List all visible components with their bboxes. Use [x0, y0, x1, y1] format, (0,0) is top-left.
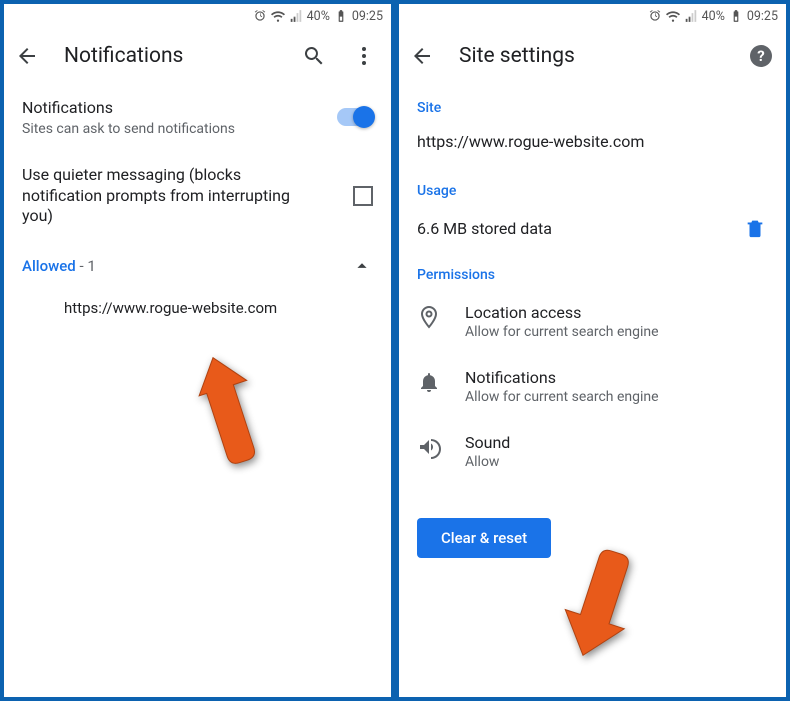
search-button[interactable] [301, 43, 327, 69]
permission-sound-sub: Allow [465, 454, 510, 470]
volume-icon [417, 435, 441, 459]
phone-frame-site-settings: 40% 09:25 Site settings ? Site https://w… [395, 0, 790, 701]
more-vert-icon [352, 44, 376, 68]
allowed-count: - 1 [76, 257, 96, 275]
permission-notifications-title: Notifications [465, 368, 659, 387]
usage-section-header: Usage [399, 167, 786, 205]
search-icon [302, 44, 326, 68]
app-bar: Site settings ? [399, 28, 786, 84]
allowed-section-toggle[interactable]: Allowed - 1 [4, 241, 391, 287]
wifi-icon [666, 9, 680, 23]
permissions-section-header: Permissions [399, 251, 786, 289]
signal-icon [289, 9, 303, 23]
battery-icon [334, 9, 348, 23]
notifications-toggle-row[interactable]: Notifications Sites can ask to send noti… [4, 84, 391, 151]
location-icon [417, 305, 441, 329]
allowed-label: Allowed [22, 257, 76, 275]
notifications-switch[interactable] [337, 108, 373, 126]
notifications-label: Notifications [22, 98, 323, 119]
back-button[interactable] [14, 43, 40, 69]
allowed-site-item[interactable]: https://www.rogue-website.com [4, 287, 391, 329]
permission-sound-title: Sound [465, 433, 510, 452]
quiet-messaging-checkbox[interactable] [353, 186, 373, 206]
trash-icon [744, 217, 766, 239]
chevron-up-icon [351, 255, 373, 277]
permission-location-row[interactable]: Location access Allow for current search… [399, 289, 786, 354]
help-button[interactable]: ? [750, 45, 772, 67]
back-button[interactable] [409, 43, 435, 69]
bell-icon [417, 370, 441, 394]
clear-reset-button[interactable]: Clear & reset [417, 518, 551, 558]
notifications-sub: Sites can ask to send notifications [22, 121, 323, 137]
permission-location-sub: Allow for current search engine [465, 324, 659, 340]
delete-storage-button[interactable] [742, 215, 768, 241]
usage-row: 6.6 MB stored data [399, 205, 786, 251]
alarm-icon [253, 9, 267, 23]
permission-sound-row[interactable]: Sound Allow [399, 419, 786, 484]
status-bar: 40% 09:25 [399, 4, 786, 28]
phone-frame-notifications: 40% 09:25 Notifications Notifications Si… [0, 0, 395, 701]
app-bar: Notifications [4, 28, 391, 84]
site-url: https://www.rogue-website.com [399, 122, 786, 167]
page-title: Site settings [459, 44, 726, 68]
status-bar: 40% 09:25 [4, 4, 391, 28]
arrow-back-icon [15, 44, 39, 68]
clock-time: 09:25 [747, 9, 778, 24]
permission-notifications-sub: Allow for current search engine [465, 389, 659, 405]
permission-location-title: Location access [465, 303, 659, 322]
signal-icon [684, 9, 698, 23]
battery-icon [729, 9, 743, 23]
stored-data-text: 6.6 MB stored data [417, 219, 728, 238]
clock-time: 09:25 [352, 9, 383, 24]
site-section-header: Site [399, 84, 786, 122]
alarm-icon [648, 9, 662, 23]
page-title: Notifications [64, 44, 277, 68]
overflow-menu-button[interactable] [351, 43, 377, 69]
permission-notifications-row[interactable]: Notifications Allow for current search e… [399, 354, 786, 419]
wifi-icon [271, 9, 285, 23]
battery-percent: 40% [702, 9, 725, 24]
quiet-messaging-row[interactable]: Use quieter messaging (blocks notificati… [4, 151, 391, 241]
battery-percent: 40% [307, 9, 330, 24]
quiet-messaging-label: Use quieter messaging (blocks notificati… [22, 165, 302, 227]
arrow-back-icon [410, 44, 434, 68]
